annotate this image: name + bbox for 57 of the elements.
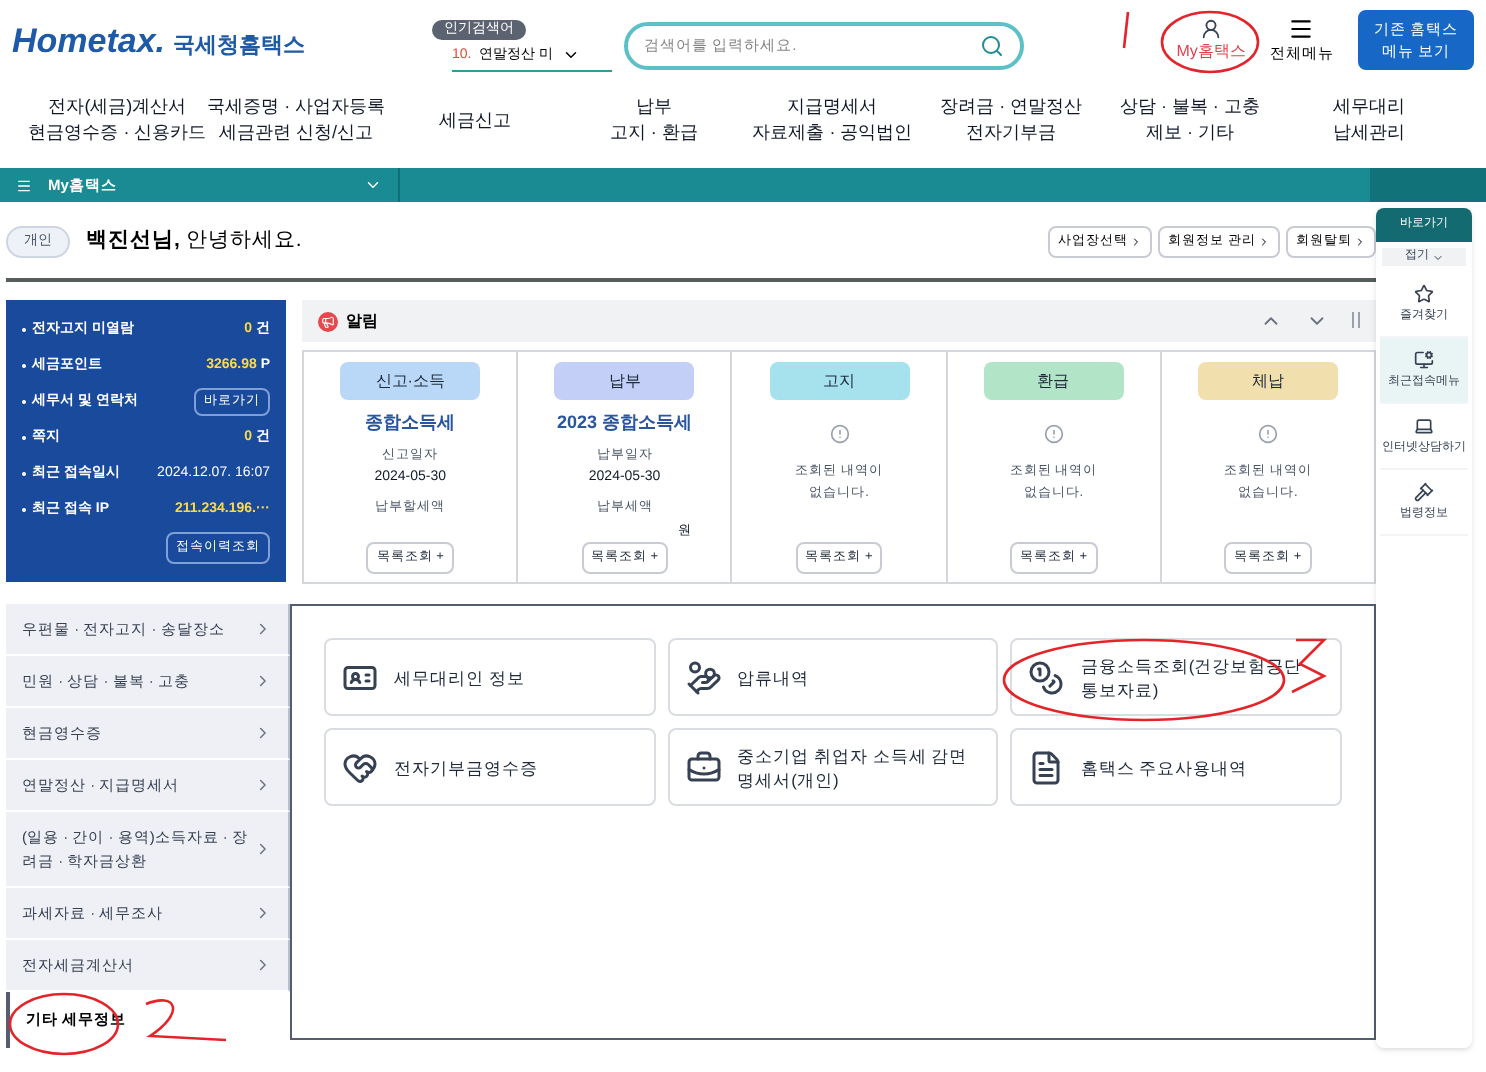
nav-menu-item[interactable]: 세무대리 납세관리	[1279, 94, 1458, 146]
chevron-right-icon	[254, 840, 272, 858]
alert-category-tag: 체납	[1197, 362, 1338, 400]
alert-title[interactable]: 종합소득세	[365, 410, 456, 437]
chevron-right-icon	[254, 620, 272, 638]
alert-category-tag: 납부	[554, 362, 695, 400]
service-tile[interactable]: 전자기부금영수증	[324, 728, 656, 806]
service-tile[interactable]: 세무대리인 정보	[324, 638, 656, 716]
service-icon	[342, 749, 378, 785]
alert-category-tag: 환급	[983, 362, 1124, 400]
nav-menu-item[interactable]: 국세증명 · 사업자등록 세금관련 신청/신고	[206, 94, 386, 146]
service-icon	[685, 659, 722, 695]
alert-title[interactable]: 2023 종합소득세	[557, 410, 693, 437]
notice-icon	[1043, 424, 1064, 444]
notice-icon	[1257, 424, 1278, 444]
nav-menu-item[interactable]: 지급명세서 자료제출 · 공익법인	[743, 94, 922, 146]
greeting-text: 백진선님, 안녕하세요.	[86, 226, 302, 257]
chevron-right-icon	[1130, 236, 1143, 248]
star-icon	[1414, 283, 1434, 303]
nav-menu-item[interactable]: 상담 · 불복 · 고충 제보 · 기타	[1100, 94, 1280, 146]
bar-end-panel	[1370, 168, 1486, 202]
laptop-icon	[1414, 415, 1434, 435]
menu-icon[interactable]	[16, 177, 32, 193]
service-tile[interactable]: 홈택스 주요사용내역	[1010, 728, 1342, 806]
dropdown-icon[interactable]	[364, 176, 382, 194]
brand-name: 국세청홈택스	[173, 35, 306, 57]
chevron-right-icon	[254, 724, 272, 742]
logo-word: Hometax.	[12, 23, 166, 57]
pause-icon[interactable]	[1352, 312, 1360, 328]
nav-menu-item[interactable]: 전자(세금)계산서 현금영수증 · 신용카드	[28, 94, 207, 146]
marker-circle-drawing	[1120, 8, 1264, 76]
service-icon	[1028, 659, 1065, 695]
chevron-right-icon	[254, 672, 272, 690]
service-icon	[1028, 749, 1065, 785]
megaphone-icon	[318, 311, 338, 331]
alert-category-tag: 고지	[769, 362, 909, 400]
chevron-right-icon	[1354, 236, 1366, 248]
chevron-right-icon	[254, 776, 272, 794]
notice-icon	[829, 424, 849, 444]
service-icon	[685, 749, 722, 785]
user-icon	[1200, 17, 1223, 39]
menu-icon	[1288, 15, 1315, 42]
chevron-right-icon	[254, 956, 272, 974]
chevron-down-icon	[1431, 251, 1443, 263]
alerts-title: 알림	[346, 309, 378, 333]
chevron-right-icon	[254, 904, 272, 922]
service-tile[interactable]: 중소기업 취업자 소득세 감면 명세서(개인)	[667, 728, 999, 806]
alert-category-tag: 신고·소득	[340, 362, 481, 400]
logo[interactable]: Hometax. 국세청홈택스	[12, 23, 372, 57]
nav-menu-item[interactable]: 납부 고지 · 환급	[564, 94, 743, 146]
nav-menu-item[interactable]: 장려금 · 연말정산 전자기부금	[921, 94, 1101, 146]
gavel-icon	[1414, 481, 1434, 501]
recent-icon	[1414, 349, 1434, 369]
search-icon	[980, 34, 1004, 58]
chevron-right-icon	[1258, 236, 1270, 248]
nav-menu-item[interactable]: 세금신고	[385, 107, 565, 133]
service-tile[interactable]: 압류내역	[667, 638, 999, 716]
